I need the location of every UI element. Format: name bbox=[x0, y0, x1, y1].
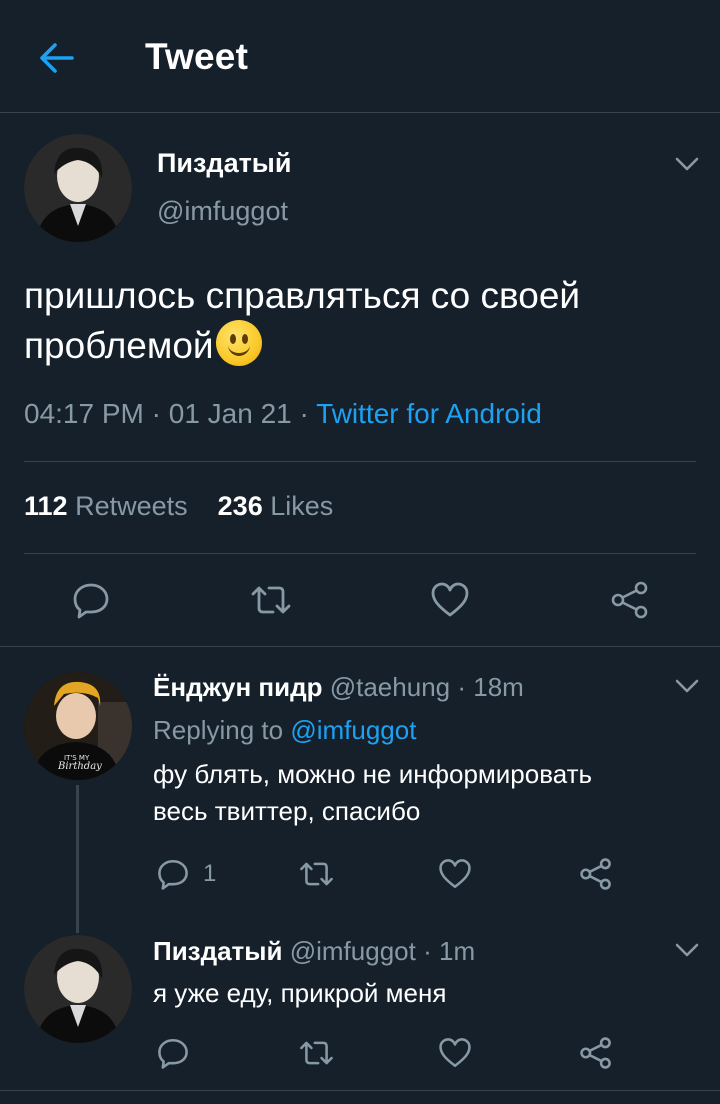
retweets-stat[interactable]: 112 Retweets bbox=[24, 491, 188, 521]
replying-to: Replying to @imfuggot bbox=[153, 715, 416, 746]
reply-menu-button[interactable] bbox=[673, 676, 701, 696]
reply-icon bbox=[158, 859, 188, 890]
reply-time: 18m bbox=[473, 672, 524, 702]
retweet-button[interactable] bbox=[249, 580, 291, 620]
meta-separator: · bbox=[423, 936, 432, 966]
reply-time: 1m bbox=[438, 936, 476, 966]
reply-header: Пиздатый @imfuggot · 1m bbox=[153, 936, 475, 967]
reply-button[interactable] bbox=[156, 1036, 190, 1070]
meta-separator: · bbox=[299, 398, 309, 429]
reply-avatar[interactable] bbox=[24, 935, 132, 1043]
reply-count: 1 bbox=[203, 860, 217, 887]
thread-connector bbox=[76, 785, 79, 933]
tweet-date: 01 Jan 21 bbox=[168, 398, 292, 429]
replying-to-handle[interactable]: @imfuggot bbox=[290, 715, 416, 745]
chevron-down-icon bbox=[675, 679, 699, 693]
retweet-icon bbox=[300, 1041, 333, 1065]
reply-author-handle[interactable]: @imfuggot bbox=[290, 936, 416, 966]
page-title: Tweet bbox=[145, 36, 249, 77]
divider bbox=[0, 646, 720, 647]
tweet-meta: 04:17 PM · 01 Jan 21 · Twitter for Andro… bbox=[24, 398, 542, 430]
reply-icon bbox=[158, 1038, 188, 1069]
divider bbox=[24, 553, 696, 554]
reply-menu-button[interactable] bbox=[673, 940, 701, 960]
avatar-image bbox=[24, 935, 132, 1043]
meta-separator: · bbox=[151, 398, 161, 429]
like-button[interactable] bbox=[438, 857, 472, 891]
share-icon bbox=[611, 581, 648, 619]
header-divider bbox=[0, 112, 720, 113]
chevron-down-icon bbox=[675, 943, 699, 957]
divider bbox=[0, 1090, 720, 1091]
share-button[interactable] bbox=[579, 1036, 613, 1070]
avatar-image bbox=[24, 134, 132, 242]
back-button[interactable] bbox=[34, 38, 78, 78]
retweets-label: Retweets bbox=[75, 491, 188, 521]
retweet-button[interactable] bbox=[298, 857, 333, 891]
like-button[interactable] bbox=[438, 1036, 472, 1070]
share-button[interactable] bbox=[610, 580, 650, 620]
heart-icon bbox=[439, 859, 471, 889]
reply-text: я уже еду, прикрой меня bbox=[153, 975, 446, 1012]
tweet-text-content: пришлось справляться со своей проблемой bbox=[24, 275, 581, 366]
retweet-icon bbox=[251, 586, 291, 614]
reply-button[interactable] bbox=[71, 580, 111, 620]
avatar-image: IT'S MY Birthday bbox=[24, 672, 132, 780]
smiley-emoji-icon bbox=[215, 320, 262, 366]
share-icon bbox=[580, 858, 611, 890]
reply-author-handle[interactable]: @taehung bbox=[330, 672, 450, 702]
divider bbox=[24, 461, 696, 462]
reply-author-name[interactable]: Пиздатый bbox=[153, 936, 282, 966]
meta-separator: · bbox=[457, 672, 467, 702]
heart-icon bbox=[431, 582, 469, 617]
retweets-count: 112 bbox=[24, 491, 68, 521]
reply-icon bbox=[73, 583, 109, 619]
share-button[interactable] bbox=[579, 857, 613, 891]
reply-text-line: весь твиттер, спасибо bbox=[153, 796, 421, 826]
retweet-button[interactable] bbox=[298, 1036, 333, 1070]
reply-text-line: я уже еду, прикрой меня bbox=[153, 978, 447, 1008]
tweet-text: пришлось справляться со своей проблемой bbox=[24, 272, 704, 370]
reply-avatar[interactable]: IT'S MY Birthday bbox=[24, 672, 132, 780]
author-name[interactable]: Пиздатый bbox=[157, 148, 291, 179]
back-arrow-icon bbox=[40, 43, 74, 73]
likes-count: 236 bbox=[217, 491, 263, 521]
replying-to-label: Replying to bbox=[153, 715, 284, 745]
tweet-stats: 112 Retweets 236 Likes bbox=[24, 491, 333, 522]
likes-stat[interactable]: 236 Likes bbox=[218, 491, 334, 521]
tweet-menu-button[interactable] bbox=[673, 154, 701, 174]
share-icon bbox=[580, 1037, 611, 1069]
avatar[interactable] bbox=[24, 134, 132, 242]
likes-label: Likes bbox=[270, 491, 334, 521]
tweet-source-link[interactable]: Twitter for Android bbox=[316, 398, 542, 429]
reply-header: Ёнджун пидр @taehung · 18m bbox=[153, 672, 524, 703]
like-button[interactable] bbox=[430, 580, 470, 620]
author-handle[interactable]: @imfuggot bbox=[157, 196, 288, 227]
tweet-time: 04:17 PM bbox=[24, 398, 144, 429]
chevron-down-icon bbox=[675, 157, 699, 171]
reply-button[interactable] bbox=[156, 857, 190, 891]
retweet-icon bbox=[300, 862, 333, 886]
reply-author-name[interactable]: Ёнджун пидр bbox=[153, 672, 323, 702]
heart-icon bbox=[439, 1038, 471, 1068]
reply-text: фу блять, можно не информировать весь тв… bbox=[153, 756, 592, 830]
reply-text-line: фу блять, можно не информировать bbox=[153, 759, 593, 789]
svg-text:Birthday: Birthday bbox=[57, 761, 102, 772]
